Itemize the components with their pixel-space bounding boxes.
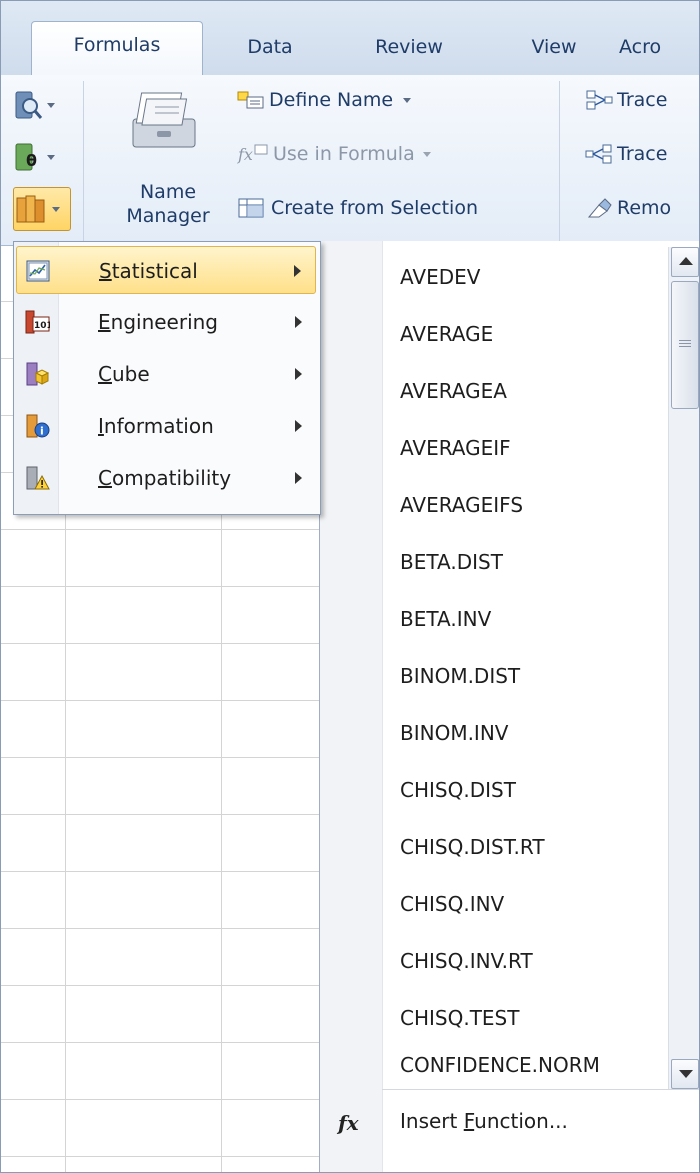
chevron-down-icon <box>47 102 55 108</box>
submenu-arrow-icon <box>295 368 302 380</box>
submenu-arrow-icon <box>295 316 302 328</box>
lookup-book-icon <box>15 91 43 119</box>
tab-review[interactable]: Review <box>349 31 469 75</box>
function-item-beta-dist[interactable]: BETA.DIST <box>400 534 503 590</box>
information-book-icon: i <box>26 414 50 438</box>
scroll-up-button[interactable] <box>671 247 699 277</box>
function-item-beta-inv[interactable]: BETA.INV <box>400 591 491 647</box>
submenu-arrow-icon <box>295 420 302 432</box>
more-functions-menu: Statistical 101 Engineering Cube <box>13 241 321 515</box>
statistical-chart-book-icon <box>26 260 50 282</box>
trace-precedents-label: Trace <box>617 89 668 111</box>
chevron-down-icon <box>422 151 431 157</box>
remove-arrows-eraser-icon <box>587 198 612 218</box>
menu-item-label: Engineering <box>98 310 219 334</box>
menu-separator <box>382 1089 699 1090</box>
chevron-down-icon <box>47 154 55 160</box>
remove-arrows-button[interactable]: Remo <box>585 197 671 219</box>
ribbon-formulas-panel: θ Name Manager Define Name fx Use in For… <box>1 75 699 246</box>
menu-item-label: Compatibility <box>98 466 232 490</box>
menu-item-label: Information <box>98 414 214 438</box>
function-item-averageif[interactable]: AVERAGEIF <box>400 420 511 476</box>
function-item-chisq-dist[interactable]: CHISQ.DIST <box>400 762 516 818</box>
function-item-average[interactable]: AVERAGE <box>400 306 493 362</box>
trace-dependents-button[interactable]: Trace <box>585 143 667 165</box>
compatibility-warning-book-icon <box>26 466 50 490</box>
menu-item-label: Statistical <box>99 259 198 283</box>
use-in-formula-button[interactable]: fx Use in Formula <box>237 143 431 165</box>
name-manager-label-line2: Manager <box>126 205 210 227</box>
trace-dependents-icon <box>585 144 612 164</box>
submenu-arrow-icon <box>295 472 302 484</box>
submenu-scrollbar[interactable] <box>668 247 699 1089</box>
define-name-tag-icon <box>237 91 264 109</box>
menu-item-engineering[interactable]: 101 Engineering <box>16 298 316 346</box>
math-trig-book-icon: θ <box>15 143 37 171</box>
trace-dependents-label: Trace <box>617 143 668 165</box>
function-item-averageifs[interactable]: AVERAGEIFS <box>400 477 523 533</box>
statistical-functions-submenu: AVEDEV AVERAGE AVERAGEA AVERAGEIF AVERAG… <box>319 241 699 1172</box>
scroll-down-button[interactable] <box>671 1059 699 1089</box>
menu-item-information[interactable]: i Information <box>16 402 316 450</box>
tab-view[interactable]: View <box>509 31 599 75</box>
function-item-binom-dist[interactable]: BINOM.DIST <box>400 648 520 704</box>
svg-text:101: 101 <box>34 321 50 331</box>
scrollbar-thumb[interactable] <box>671 281 699 409</box>
function-item-binom-inv[interactable]: BINOM.INV <box>400 705 508 761</box>
ribbon-tab-strip: Formulas Data Review View Acro <box>1 1 699 77</box>
function-item-confidence-norm[interactable]: CONFIDENCE.NORM <box>400 1037 600 1093</box>
fx-formula-icon: fx <box>237 144 268 164</box>
excel-window: Formulas Data Review View Acro θ Name Ma… <box>0 0 700 1173</box>
math-trig-button[interactable]: θ <box>13 135 71 179</box>
insert-function-label: Insert Function... <box>400 1109 568 1133</box>
create-from-selection-grid-icon <box>238 198 264 218</box>
create-from-selection-label: Create from Selection <box>271 197 478 219</box>
submenu-arrow-icon <box>294 265 301 277</box>
function-item-chisq-inv-rt[interactable]: CHISQ.INV.RT <box>400 933 533 989</box>
tab-acrobat[interactable]: Acro <box>619 31 699 75</box>
remove-arrows-label: Remo <box>617 197 672 219</box>
svg-text:i: i <box>40 425 44 438</box>
arrow-down-icon <box>679 1070 693 1078</box>
menu-item-compatibility[interactable]: Compatibility <box>16 454 316 502</box>
insert-function-item[interactable]: fx Insert Function... <box>320 1093 699 1172</box>
svg-text:fx: fx <box>237 145 253 164</box>
tab-formulas[interactable]: Formulas <box>31 21 203 77</box>
name-manager-label-line1: Name <box>139 181 197 203</box>
function-item-chisq-inv[interactable]: CHISQ.INV <box>400 876 504 932</box>
more-functions-button[interactable] <box>13 187 71 231</box>
engineering-101-book-icon: 101 <box>25 310 50 334</box>
chevron-down-icon <box>52 206 60 212</box>
use-in-formula-label: Use in Formula <box>273 143 415 165</box>
menu-item-statistical[interactable]: Statistical <box>16 246 316 294</box>
function-item-avedev[interactable]: AVEDEV <box>400 249 480 305</box>
trace-precedents-icon <box>586 90 613 110</box>
more-functions-books-icon <box>16 195 45 223</box>
arrow-up-icon <box>679 257 693 265</box>
create-from-selection-button[interactable]: Create from Selection <box>237 197 478 219</box>
ribbon-divider <box>83 81 84 241</box>
ribbon-divider <box>559 81 560 241</box>
define-name-button[interactable]: Define Name <box>237 89 412 111</box>
lookup-reference-button[interactable] <box>13 83 71 127</box>
trace-precedents-button[interactable]: Trace <box>585 89 667 111</box>
menu-item-label: Cube <box>98 362 150 386</box>
tab-data[interactable]: Data <box>225 31 315 75</box>
function-item-chisq-dist-rt[interactable]: CHISQ.DIST.RT <box>400 819 545 875</box>
submenu-icon-gutter <box>320 241 383 1172</box>
grip-icon <box>679 340 691 348</box>
menu-item-cube[interactable]: Cube <box>16 350 316 398</box>
fx-icon: fx <box>338 1111 359 1135</box>
name-manager-cardfile-icon <box>132 92 196 148</box>
cube-book-icon <box>26 362 50 386</box>
define-name-label: Define Name <box>269 89 394 111</box>
name-manager-button[interactable]: Name Manager <box>113 85 223 241</box>
svg-text:θ: θ <box>26 151 37 170</box>
function-item-averagea[interactable]: AVERAGEA <box>400 363 507 419</box>
chevron-down-icon <box>403 97 412 103</box>
